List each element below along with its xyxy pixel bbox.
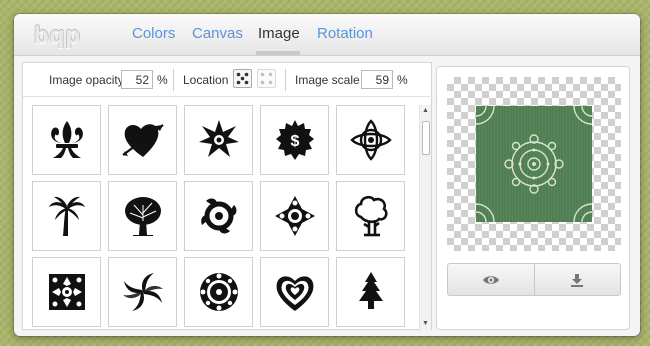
image-option-star-burst[interactable] [184, 105, 253, 175]
eye-icon [482, 275, 499, 284]
image-scale-label: Image scale [295, 73, 360, 87]
tab-colors[interactable]: Colors [132, 25, 175, 42]
download-icon [571, 273, 584, 287]
image-option-heart-arrow[interactable] [108, 105, 177, 175]
image-opacity-unit: % [157, 73, 168, 87]
image-grid: $ [32, 105, 414, 331]
image-opacity-input[interactable] [121, 70, 153, 89]
location-grid-button[interactable] [257, 69, 276, 88]
damask-square-icon [48, 274, 85, 310]
scroll-down-icon[interactable]: ▼ [422, 320, 429, 327]
scroll-up-icon[interactable]: ▲ [422, 107, 429, 114]
palm-tree-icon [48, 196, 85, 236]
celtic-knot-icon [349, 119, 392, 161]
mandala-pattern-icon [475, 105, 593, 223]
download-button[interactable] [533, 264, 621, 295]
image-option-cartoon-tree[interactable] [336, 181, 405, 251]
image-scale-input[interactable] [361, 70, 393, 89]
image-option-nested-heart[interactable] [260, 257, 329, 327]
image-option-swirl-vortex[interactable] [108, 257, 177, 327]
image-option-celtic-knot[interactable] [336, 105, 405, 175]
divider [173, 69, 174, 91]
image-option-tribal-swirl[interactable] [184, 181, 253, 251]
image-scale-unit: % [397, 73, 408, 87]
heart-arrow-icon [121, 124, 164, 157]
fleur-de-lis-icon [50, 121, 83, 158]
preview-tile [475, 105, 593, 223]
image-opacity-label: Image opacity [49, 73, 124, 87]
pine-tree-icon [358, 272, 383, 309]
svg-text:$: $ [290, 133, 299, 150]
pattern-preview [447, 77, 621, 251]
grid-dots-icon [260, 72, 273, 85]
oak-tree-icon [124, 197, 161, 236]
swirl-vortex-icon [122, 273, 163, 311]
image-option-oak-tree[interactable] [108, 181, 177, 251]
location-label: Location [183, 73, 229, 87]
mandala-icon [199, 273, 238, 311]
divider [285, 69, 286, 91]
app-window: bqp Colors Canvas Image Rotation Image o… [14, 14, 640, 336]
app-logo: bqp [34, 22, 81, 49]
tab-canvas[interactable]: Canvas [192, 25, 243, 42]
image-option-pine-tree[interactable] [336, 257, 405, 327]
image-option-fleur-de-lis[interactable] [32, 105, 101, 175]
preview-panel [436, 66, 630, 330]
image-grid-scrollbar[interactable]: ▲ ▼ [419, 105, 431, 331]
dollar-badge-icon: $ [275, 120, 314, 160]
scrollbar-thumb[interactable] [422, 121, 430, 155]
image-library-panel: Image opacity % Location Image scale [22, 62, 433, 331]
cartoon-tree-icon [354, 195, 387, 237]
image-controls-bar: Image opacity % Location Image scale [23, 63, 433, 97]
top-nav-bar: bqp Colors Canvas Image Rotation [14, 14, 640, 56]
image-option-damask-square[interactable] [32, 257, 101, 327]
tab-rotation[interactable]: Rotation [317, 25, 373, 42]
star-burst-icon [198, 120, 239, 157]
tab-image[interactable]: Image [258, 25, 300, 42]
preview-actions [447, 263, 621, 296]
preview-button[interactable] [448, 264, 534, 295]
image-option-mandala[interactable] [184, 257, 253, 327]
active-tab-indicator [256, 51, 300, 55]
image-option-dollar-badge[interactable]: $ [260, 105, 329, 175]
nested-heart-icon [276, 276, 313, 311]
location-random-button[interactable] [233, 69, 252, 88]
flower-ornament-icon [274, 196, 315, 236]
tribal-swirl-icon [200, 198, 236, 234]
image-option-flower-ornament[interactable] [260, 181, 329, 251]
dice-icon [236, 72, 249, 85]
image-option-palm-tree[interactable] [32, 181, 101, 251]
